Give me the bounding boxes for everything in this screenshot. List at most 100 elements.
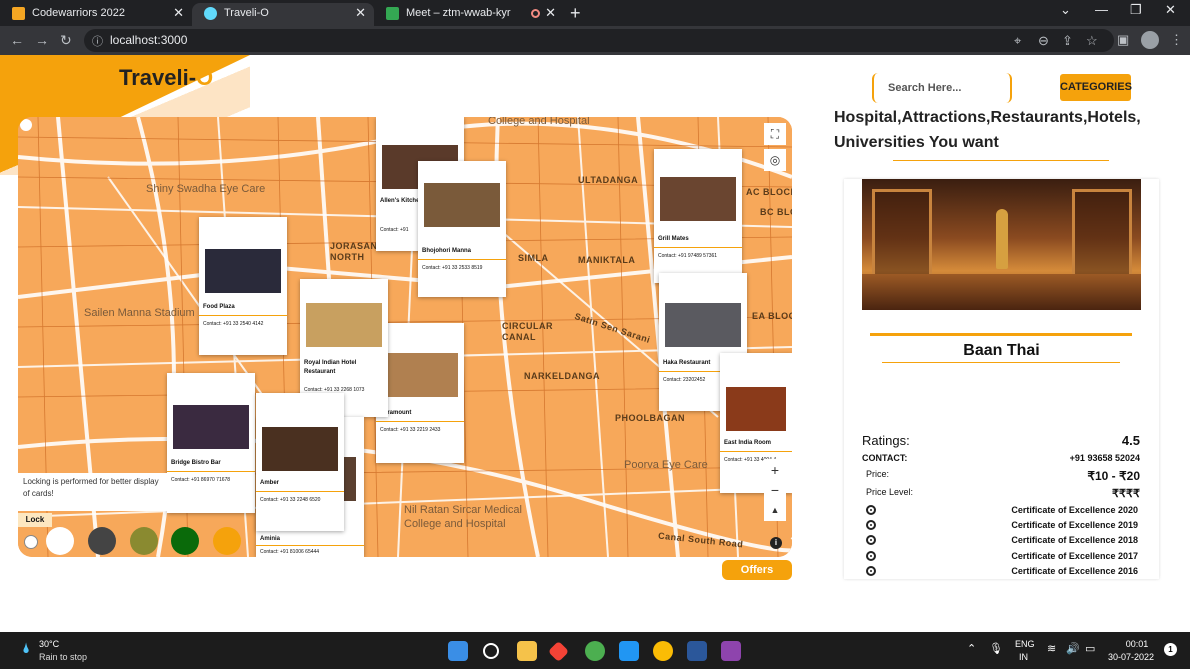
certificate-item: Certificate of Excellence 2018 xyxy=(866,535,1138,549)
maximize-icon[interactable]: ❐ xyxy=(1130,2,1142,18)
search-input[interactable]: Search Here... xyxy=(872,73,1012,103)
menu-kebab-icon[interactable]: ⋮ xyxy=(1170,32,1183,48)
place-card[interactable]: Amber Contact: +91 33 2248 6520 xyxy=(256,393,344,531)
weather-icon[interactable]: 🌢 xyxy=(22,640,30,657)
minimize-icon[interactable]: — xyxy=(1095,2,1108,17)
ratings-label: Ratings: xyxy=(862,433,910,448)
search-icon[interactable] xyxy=(483,643,499,659)
tab-title: Traveli-O xyxy=(224,7,269,19)
reload-icon[interactable]: ↻ xyxy=(60,32,72,49)
place-card[interactable]: Bridge Bistro Bar Contact: +91 86970 716… xyxy=(167,373,255,513)
file-explorer-icon[interactable] xyxy=(517,641,537,661)
price-level-label: Price Level: xyxy=(866,487,914,497)
theme-swatch-dark[interactable] xyxy=(88,527,116,555)
new-tab-button[interactable]: + xyxy=(570,3,581,23)
medal-icon xyxy=(866,551,876,561)
close-window-icon[interactable]: ✕ xyxy=(1165,2,1176,18)
microphone-icon[interactable]: 🎙 xyxy=(989,642,1003,655)
chrome-icon[interactable] xyxy=(585,641,605,661)
chrome-icon[interactable] xyxy=(653,641,673,661)
bookmark-star-icon[interactable]: ☆ xyxy=(1086,33,1098,49)
tab-search-icon[interactable]: ⌄ xyxy=(1060,2,1071,18)
profile-avatar[interactable] xyxy=(1141,31,1159,49)
map-label: ULTADANGA xyxy=(578,175,639,185)
browser-toolbar: ← → ↻ ⓘ localhost:3000 ⌖ ⊖ ⇪ ☆ ▣ ⋮ xyxy=(0,26,1190,55)
place-name: Amber xyxy=(260,480,280,486)
app-icon[interactable] xyxy=(721,641,741,661)
battery-icon[interactable]: ▭ xyxy=(1085,642,1095,655)
clock-time[interactable]: 00:01 xyxy=(1112,639,1162,649)
notification-badge[interactable]: 1 xyxy=(1164,643,1177,656)
card-divider xyxy=(167,471,255,472)
wifi-icon[interactable]: ≋ xyxy=(1047,642,1056,655)
word-icon[interactable] xyxy=(687,641,707,661)
certificate-text: Certificate of Excellence 2019 xyxy=(1011,520,1138,530)
contact-label: CONTACT: xyxy=(862,453,908,463)
address-bar[interactable]: ⓘ localhost:3000 ⌖ ⊖ ⇪ ☆ xyxy=(84,29,1114,52)
weather-temp[interactable]: 30°C xyxy=(39,639,59,649)
share-icon[interactable]: ⇪ xyxy=(1062,33,1073,49)
place-contact: Contact: +91 33 2219 2433 xyxy=(380,427,441,433)
map-label: Shiny Swadha Eye Care xyxy=(146,183,266,195)
lock-message: Locking is performed for better display … xyxy=(18,473,168,511)
place-photo xyxy=(660,177,736,221)
show-hidden-icons-icon[interactable]: ⌃ xyxy=(967,642,976,655)
theme-swatch-orange[interactable] xyxy=(213,527,241,555)
close-tab-icon[interactable]: ✕ xyxy=(173,3,184,23)
volume-icon[interactable]: 🔊 xyxy=(1066,642,1080,655)
place-card[interactable]: Grill Mates Contact: +91 97489 57361 xyxy=(654,149,742,283)
tab-traveli-o[interactable]: Traveli-O ✕ xyxy=(192,3,374,26)
web-page: Traveli-O College and Hospital Shiny Swa… xyxy=(0,55,1190,632)
zoom-in-button[interactable]: + xyxy=(764,459,786,481)
medal-icon xyxy=(866,520,876,530)
clock-date[interactable]: 30-07-2022 xyxy=(1108,652,1154,662)
forward-icon[interactable]: → xyxy=(35,32,49,48)
weather-desc[interactable]: Rain to stop xyxy=(39,652,87,662)
fullscreen-icon[interactable]: ⛶ xyxy=(764,123,786,145)
close-tab-icon[interactable]: ✕ xyxy=(355,3,366,23)
site-logo[interactable]: Traveli-O xyxy=(119,65,213,91)
start-windows-icon[interactable] xyxy=(448,641,468,661)
tab-meet[interactable]: Meet – ztm-wwab-kyr ✕ xyxy=(374,3,564,26)
vscode-icon[interactable] xyxy=(619,641,639,661)
zoom-out-button[interactable]: − xyxy=(764,479,786,501)
theme-swatch-green[interactable] xyxy=(171,527,199,555)
theme-swatch-olive[interactable] xyxy=(130,527,158,555)
language-indicator[interactable]: ENG xyxy=(1015,639,1035,649)
map-container[interactable]: College and Hospital Shiny Swadha Eye Ca… xyxy=(18,117,792,557)
attribution-info-icon[interactable]: i xyxy=(770,537,782,549)
place-detail-photo xyxy=(862,179,1141,310)
compass-button[interactable]: ▲ xyxy=(764,499,786,521)
tab-codewarriors[interactable]: Codewarriors 2022 ✕ xyxy=(0,3,192,26)
place-name: Bridge Bistro Bar xyxy=(171,460,221,466)
map-label: CIRCULAR CANAL xyxy=(502,321,553,342)
place-card[interactable]: Paramount Contact: +91 33 2219 2433 xyxy=(376,323,464,463)
map-label: Poorva Eye Care xyxy=(624,459,708,471)
map-label: Sailen Manna Stadium xyxy=(84,307,195,319)
side-panel-icon[interactable]: ▣ xyxy=(1117,32,1129,48)
lock-button[interactable]: Lock xyxy=(18,513,52,527)
ratings-value: 4.5 xyxy=(1121,433,1140,448)
theme-swatch-white[interactable] xyxy=(46,527,74,555)
windows-taskbar: 🌢 30°C Rain to stop ⌃ 🎙 ENG IN ≋ 🔊 ▭ 00:… xyxy=(0,632,1190,669)
certificate-text: Certificate of Excellence 2018 xyxy=(1011,535,1138,545)
url-text: localhost:3000 xyxy=(110,33,188,47)
language-region[interactable]: IN xyxy=(1019,652,1028,662)
offers-button[interactable]: Offers xyxy=(722,560,792,580)
place-contact: Contact: +91 33 2533 8519 xyxy=(422,265,483,271)
categories-button[interactable]: CATEGORIES xyxy=(1060,74,1132,101)
place-photo xyxy=(173,405,249,449)
certificate-item: Certificate of Excellence 2017 xyxy=(866,551,1138,565)
location-icon[interactable]: ⌖ xyxy=(1014,33,1021,49)
place-card[interactable]: Bhojohori Manna Contact: +91 33 2533 851… xyxy=(418,161,506,297)
site-info-icon[interactable]: ⓘ xyxy=(92,33,103,49)
app-icon[interactable] xyxy=(547,640,570,663)
place-card[interactable]: Food Plaza Contact: +91 33 2540 4142 xyxy=(199,217,287,355)
geolocate-icon[interactable]: ◎ xyxy=(764,149,786,171)
close-tab-icon[interactable]: ✕ xyxy=(545,3,556,23)
place-photo xyxy=(665,303,741,347)
zoom-icon[interactable]: ⊖ xyxy=(1038,33,1049,49)
price-value: ₹10 - ₹20 xyxy=(1087,469,1140,483)
card-divider xyxy=(376,421,464,422)
back-icon[interactable]: ← xyxy=(10,32,24,48)
